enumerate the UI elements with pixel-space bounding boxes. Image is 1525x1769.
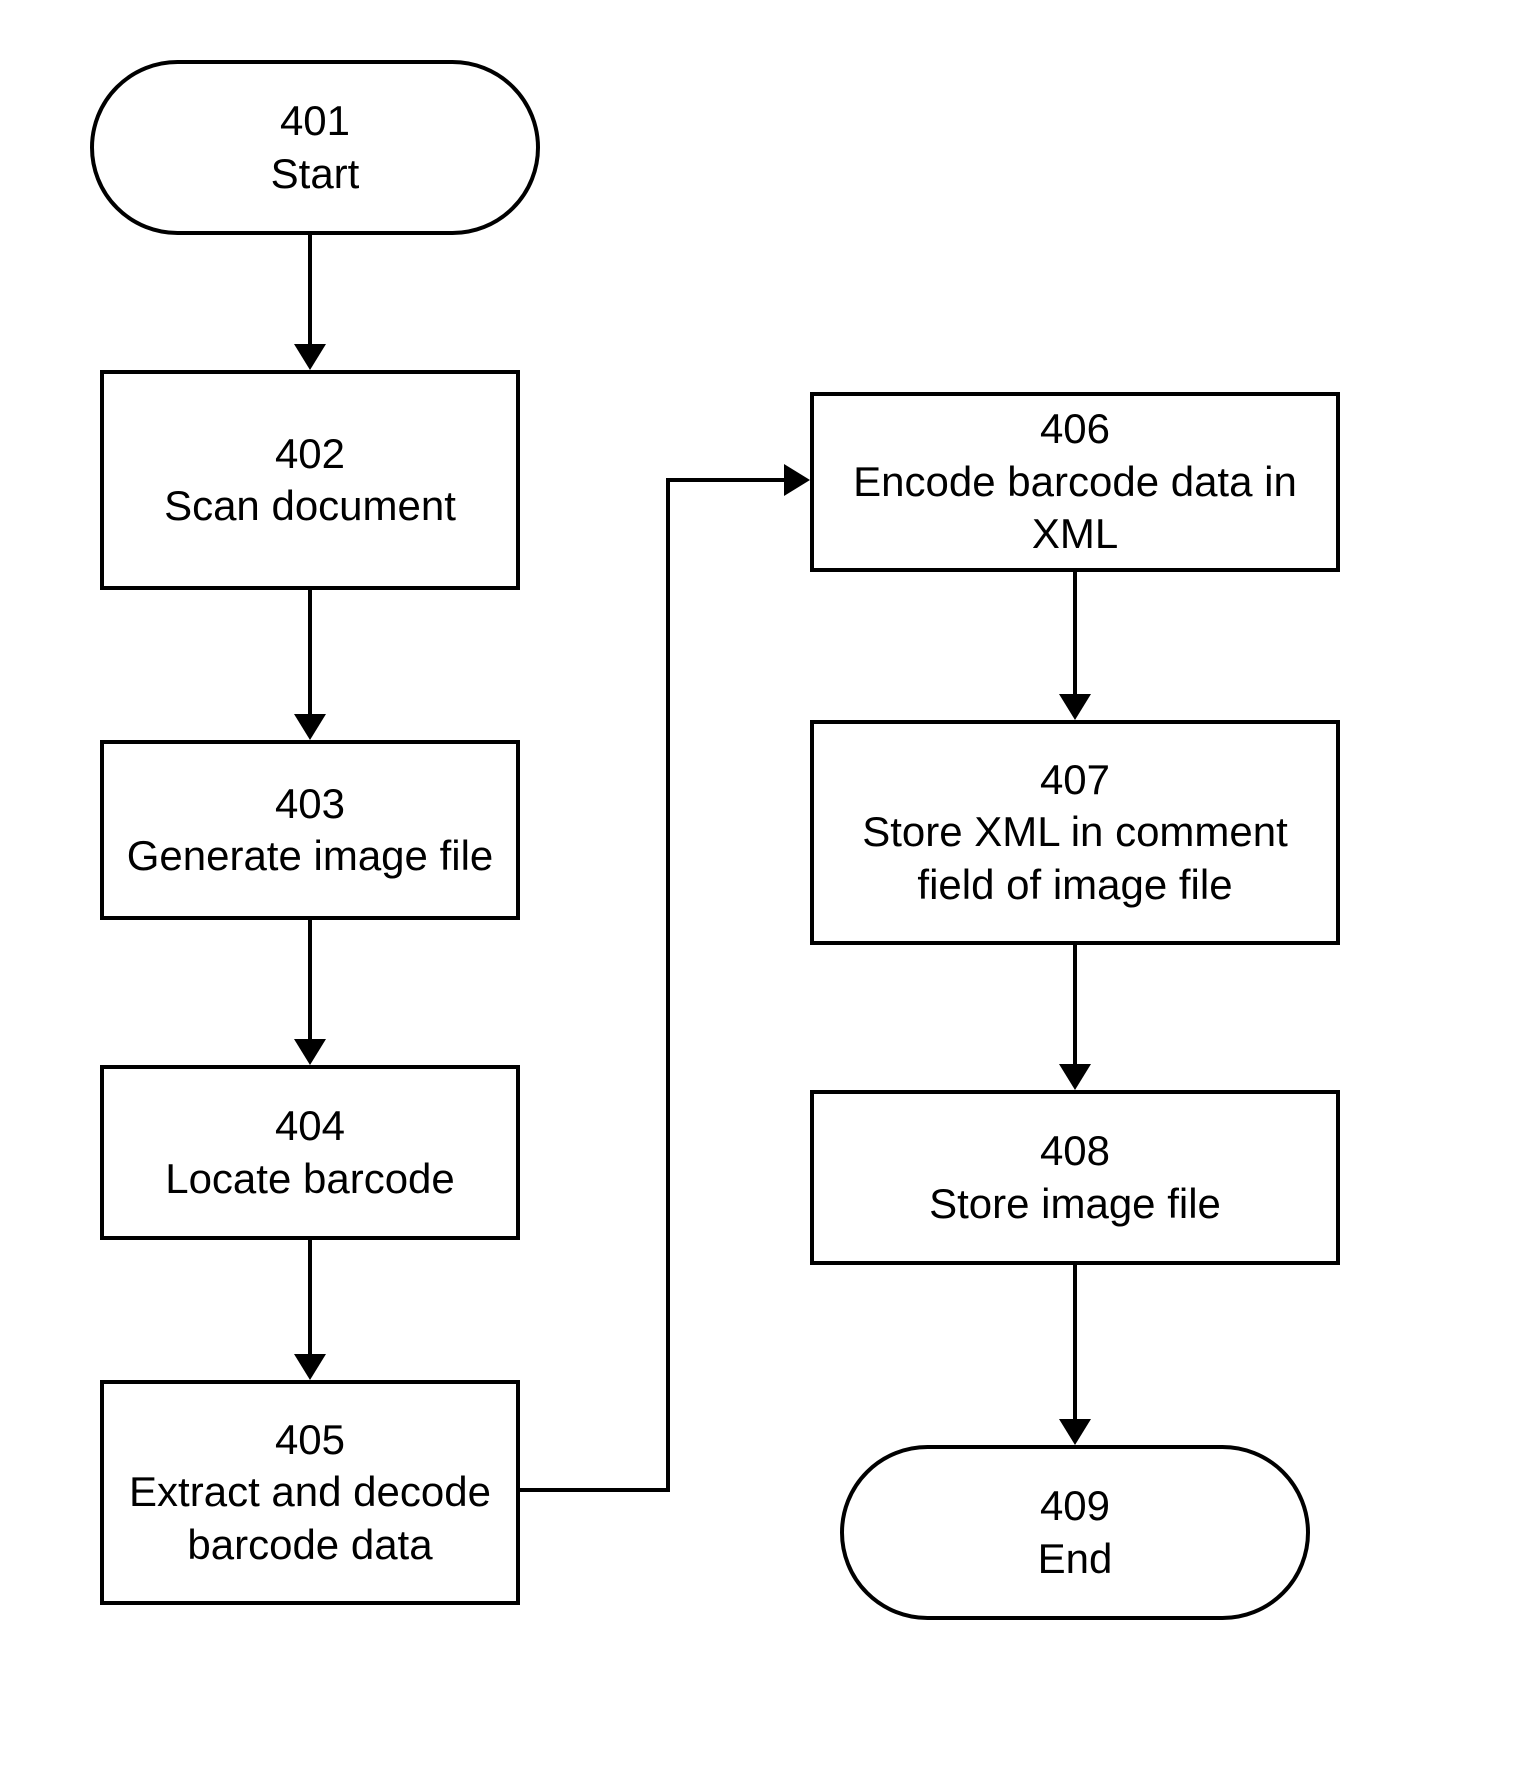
- node-end-label: End: [1038, 1533, 1113, 1586]
- edge-403-404-line: [308, 920, 312, 1039]
- node-scan-label: Scan document: [164, 480, 456, 533]
- node-start: 401 Start: [90, 60, 540, 235]
- node-scan-document: 402 Scan document: [100, 370, 520, 590]
- node-encode-label: Encode barcode data in XML: [824, 456, 1326, 561]
- edge-401-402-line: [308, 235, 312, 345]
- node-generate-image-file: 403 Generate image file: [100, 740, 520, 920]
- edge-404-405-arrow: [294, 1354, 326, 1380]
- edge-403-404-arrow: [294, 1039, 326, 1065]
- node-extract-decode: 405 Extract and decode barcode data: [100, 1380, 520, 1605]
- node-storexml-label: Store XML in comment field of image file: [824, 806, 1326, 911]
- edge-406-407-line: [1073, 572, 1077, 694]
- node-storexml-num: 407: [1040, 754, 1110, 807]
- edge-405-406-h1: [520, 1488, 670, 1492]
- edge-404-405-line: [308, 1240, 312, 1354]
- edge-405-406-v: [666, 478, 670, 1492]
- edge-402-403-arrow: [294, 714, 326, 740]
- node-start-num: 401: [280, 95, 350, 148]
- node-locate-label: Locate barcode: [165, 1153, 455, 1206]
- edge-407-408-arrow: [1059, 1064, 1091, 1090]
- edge-405-406-h2: [666, 478, 784, 482]
- edge-406-407-arrow: [1059, 694, 1091, 720]
- edge-401-402-arrow: [294, 344, 326, 370]
- node-store-image: 408 Store image file: [810, 1090, 1340, 1265]
- node-end: 409 End: [840, 1445, 1310, 1620]
- node-extract-label: Extract and decode barcode data: [114, 1466, 506, 1571]
- edge-408-409-arrow: [1059, 1419, 1091, 1445]
- node-encode-xml: 406 Encode barcode data in XML: [810, 392, 1340, 572]
- edge-405-406-arrow: [784, 464, 810, 496]
- node-extract-num: 405: [275, 1414, 345, 1467]
- node-locate-barcode: 404 Locate barcode: [100, 1065, 520, 1240]
- node-start-label: Start: [271, 148, 360, 201]
- edge-402-403-line: [308, 590, 312, 714]
- node-generate-label: Generate image file: [127, 830, 494, 883]
- node-store-xml: 407 Store XML in comment field of image …: [810, 720, 1340, 945]
- node-storeimg-num: 408: [1040, 1125, 1110, 1178]
- node-end-num: 409: [1040, 1480, 1110, 1533]
- node-encode-num: 406: [1040, 403, 1110, 456]
- node-locate-num: 404: [275, 1100, 345, 1153]
- node-scan-num: 402: [275, 428, 345, 481]
- edge-408-409-line: [1073, 1265, 1077, 1419]
- node-generate-num: 403: [275, 778, 345, 831]
- edge-407-408-line: [1073, 945, 1077, 1064]
- node-storeimg-label: Store image file: [929, 1178, 1221, 1231]
